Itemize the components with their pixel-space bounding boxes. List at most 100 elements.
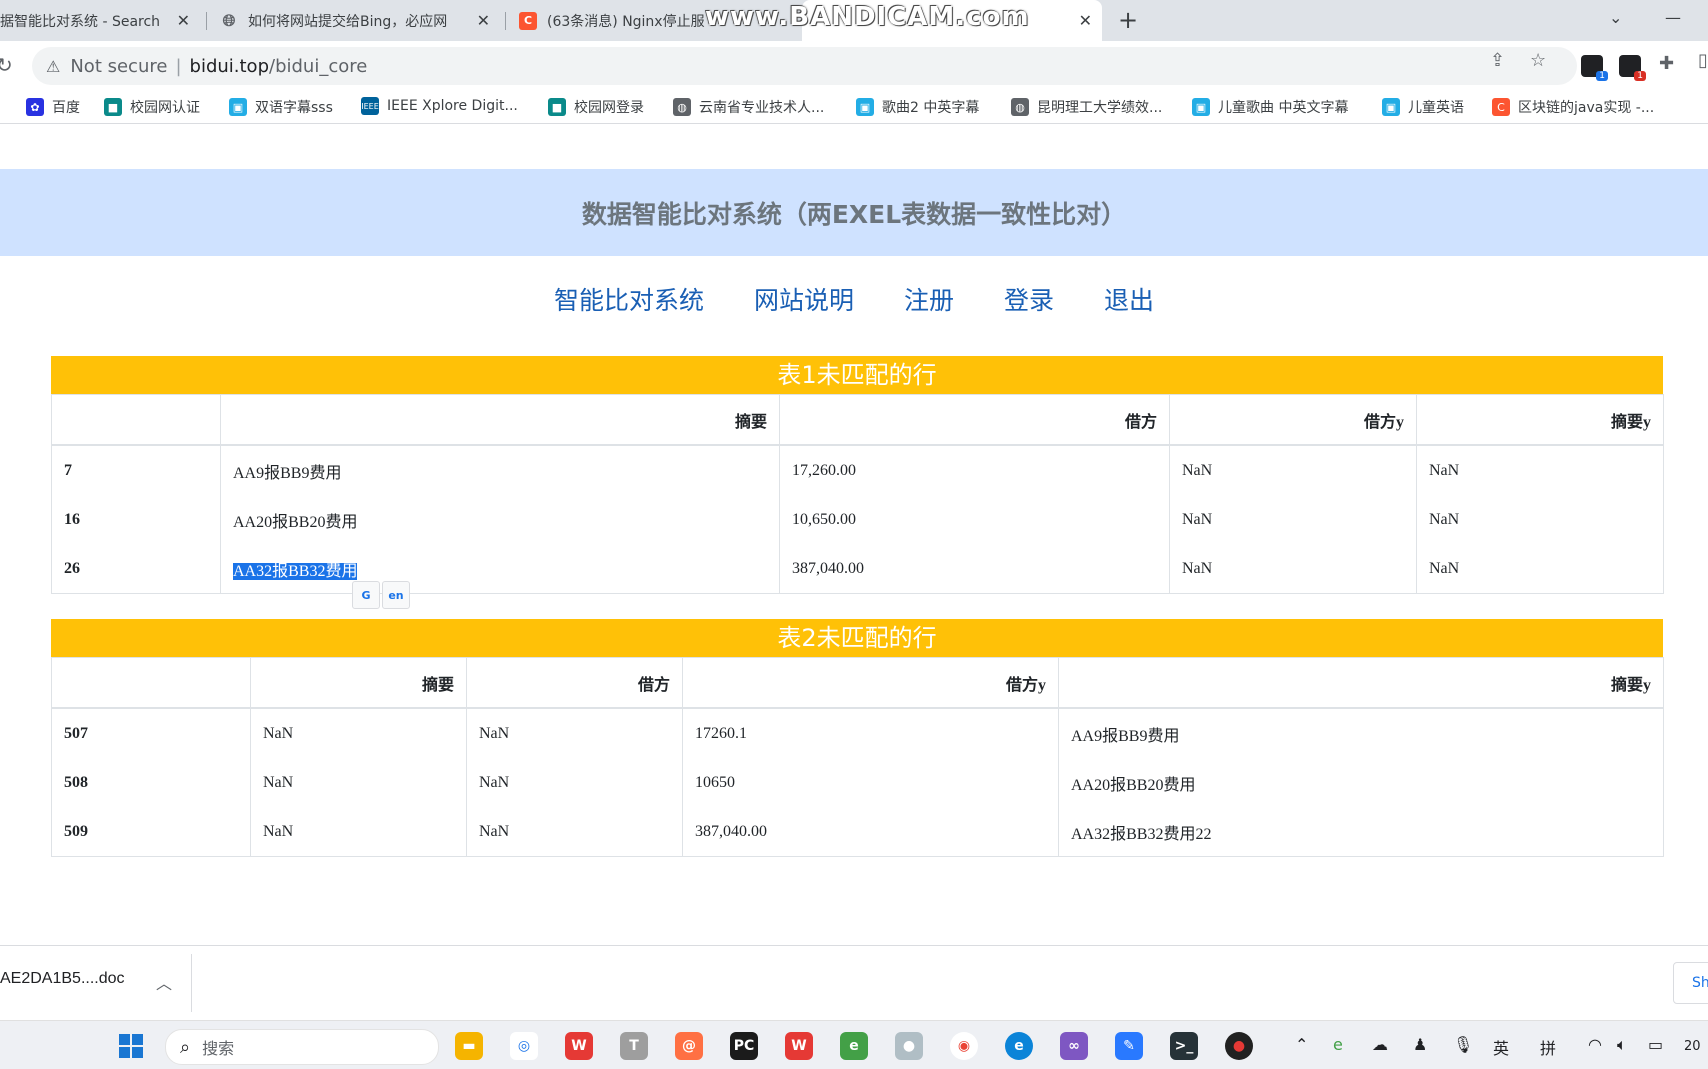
url-text[interactable]: bidui.top/bidui_core <box>190 56 368 77</box>
ie-icon[interactable]: e <box>840 1032 868 1060</box>
reload-icon[interactable]: ↻ <box>0 53 13 77</box>
warning-icon[interactable]: ⚠ <box>46 57 60 76</box>
notes-icon[interactable]: ✎ <box>1115 1032 1143 1060</box>
qq-icon[interactable]: ♟ <box>1413 1035 1427 1054</box>
wps-icon[interactable]: W <box>565 1032 593 1060</box>
tab-search-chevron-icon[interactable]: ⌄ <box>1609 8 1622 27</box>
ie-tray-icon[interactable]: e <box>1333 1035 1343 1054</box>
record-icon[interactable]: ● <box>1225 1032 1253 1060</box>
star-icon[interactable]: ☆ <box>1530 50 1546 71</box>
google-translate-icon[interactable]: G <box>352 581 380 609</box>
table-cell: 387,040.00 <box>682 807 1059 857</box>
extension-translate-icon[interactable]: 1 <box>1581 55 1608 81</box>
bookmark-item[interactable]: IEEE IEEE Xplore Digit... <box>361 97 518 115</box>
close-icon[interactable]: ✕ <box>1079 11 1092 30</box>
table-cell: 17260.1 <box>682 708 1059 758</box>
baidu-netdisk-icon[interactable]: ◎ <box>510 1032 538 1060</box>
wifi-icon[interactable]: ◠ <box>1588 1035 1602 1054</box>
csdn-icon: C <box>1492 98 1510 116</box>
table-header-row: 摘要 借方 借方y 摘要y <box>51 657 1664 709</box>
user-app-icon[interactable]: ● <box>895 1032 923 1060</box>
show-all-button[interactable]: Sh <box>1673 962 1708 1004</box>
baidu-icon: ✿ <box>26 98 44 116</box>
edge-icon[interactable]: e <box>1005 1032 1033 1060</box>
taskbar-search[interactable]: ⌕ 搜索 <box>165 1029 439 1065</box>
bookmark-item[interactable]: C 区块链的java实现 -... <box>1492 97 1654 117</box>
file-explorer-icon[interactable]: ▬ <box>455 1032 483 1060</box>
chrome-icon[interactable]: ◉ <box>950 1032 978 1060</box>
table-row: 509 NaN NaN 387,040.00 AA32报BB32费用22 <box>51 807 1664 857</box>
bilibili-icon: ▣ <box>229 98 247 116</box>
share-icon[interactable]: ⇪ <box>1490 50 1505 71</box>
dictionary-icon[interactable]: en <box>382 581 410 609</box>
table-cell: NaN <box>466 807 683 857</box>
table1-caption: 表1未匹配的行 <box>51 356 1663 394</box>
tab-bing-submit[interactable]: 🌐︎ 如何将网站提交给Bing，必应网 ✕ <box>220 0 500 41</box>
vs-icon[interactable]: ∞ <box>1060 1032 1088 1060</box>
bookmark-item[interactable]: ▣ 双语字幕sss <box>229 97 333 117</box>
table-cell: NaN <box>1169 544 1417 594</box>
nav-link-logout[interactable]: 退出 <box>1104 281 1154 321</box>
globe-icon: 🌐︎ <box>222 10 236 30</box>
bookmark-item[interactable]: ◍ 云南省专业技术人... <box>673 97 824 117</box>
windows-start-icon[interactable] <box>119 1034 143 1058</box>
minimize-icon[interactable]: — <box>1665 8 1681 27</box>
nav-link-register[interactable]: 注册 <box>904 281 954 321</box>
table-cell: NaN <box>1416 544 1664 594</box>
close-icon[interactable]: ✕ <box>477 11 490 30</box>
table-cell: AA9报BB9费用 <box>220 445 780 495</box>
side-panel-icon[interactable]: ▯ <box>1698 50 1708 71</box>
address-bar[interactable]: ⚠ Not secure | bidui.top/bidui_core <box>32 47 1577 85</box>
nav-link-site-info[interactable]: 网站说明 <box>754 281 854 321</box>
chevron-up-icon[interactable]: ︿ <box>156 970 172 994</box>
pycharm-icon[interactable]: PC <box>730 1032 758 1060</box>
table-cell: 17,260.00 <box>779 445 1170 495</box>
extension-recorder-icon[interactable]: 1 <box>1619 55 1646 81</box>
close-icon[interactable]: ✕ <box>177 11 190 30</box>
puzzle-icon[interactable]: ✚ <box>1659 53 1674 74</box>
table-cell: AA20报BB20费用 <box>220 495 780 544</box>
table-row: 16 AA20报BB20费用 10,650.00 NaN NaN <box>51 495 1664 544</box>
bookmark-item[interactable]: ■ 校园网登录 <box>548 97 644 117</box>
table-cell: AA32报BB32费用22 <box>1058 807 1664 857</box>
battery-icon[interactable]: ▭ <box>1648 1035 1663 1054</box>
bookmark-item[interactable]: ▣ 儿童歌曲 中英文字幕 <box>1192 97 1348 117</box>
bilibili-icon: ▣ <box>1382 98 1400 116</box>
download-item[interactable]: AE2DA1B5....doc <box>0 970 125 988</box>
cloud-icon[interactable]: ☁ <box>1372 1035 1388 1054</box>
wps-office-icon[interactable]: W <box>785 1032 813 1060</box>
bookmark-item[interactable]: ◍ 昆明理工大学绩效... <box>1011 97 1162 117</box>
bookmark-item[interactable]: ■ 校园网认证 <box>104 97 200 117</box>
volume-icon[interactable]: 🔈︎ <box>1617 1035 1627 1055</box>
tab-bing-search[interactable]: 据智能比对系统 - Search ✕ <box>0 0 200 41</box>
browser-tab-strip: 据智能比对系统 - Search ✕ 🌐︎ 如何将网站提交给Bing，必应网 ✕… <box>0 0 1708 41</box>
divider <box>191 954 192 1012</box>
page-header: 数据智能比对系统（两EXEL表数据一致性比对） <box>0 169 1708 256</box>
chevron-up-icon[interactable]: ⌃ <box>1295 1035 1308 1054</box>
typora-icon[interactable]: T <box>620 1032 648 1060</box>
row-index: 26 <box>51 544 221 594</box>
bookmark-item[interactable]: ▣ 歌曲2 中英字幕 <box>856 97 979 117</box>
terminal-icon[interactable]: >_ <box>1170 1032 1198 1060</box>
nav-link-login[interactable]: 登录 <box>1004 281 1054 321</box>
campus-icon: ■ <box>548 98 566 116</box>
ime-mode[interactable]: 拼 <box>1540 1035 1556 1059</box>
clock[interactable]: 20 <box>1684 1039 1701 1054</box>
column-header: 摘要 <box>250 657 467 709</box>
bookmark-label: IEEE Xplore Digit... <box>387 98 518 114</box>
bilibili-icon: ▣ <box>1192 98 1210 116</box>
column-header <box>51 394 221 446</box>
microphone-icon[interactable]: 🎙︎ <box>1453 1035 1473 1054</box>
nav-link-compare-system[interactable]: 智能比对系统 <box>554 281 704 321</box>
snail-icon[interactable]: @ <box>675 1032 703 1060</box>
bookmark-item[interactable]: ✿ 百度 <box>26 97 80 117</box>
table-cell: NaN <box>1416 445 1664 495</box>
ime-language[interactable]: 英 <box>1493 1035 1509 1059</box>
table-cell: 387,040.00 <box>779 544 1170 594</box>
bookmark-item[interactable]: ▣ 儿童英语 <box>1382 97 1464 117</box>
selected-text[interactable]: AA32报BB32费用 <box>233 562 358 580</box>
bookmarks-bar: ✿ 百度 ■ 校园网认证 ▣ 双语字幕sss IEEE IEEE Xplore Digi… <box>0 91 1708 124</box>
new-tab-button[interactable]: + <box>1118 6 1138 34</box>
security-status[interactable]: Not secure <box>70 56 167 77</box>
table-cell: NaN <box>466 708 683 758</box>
